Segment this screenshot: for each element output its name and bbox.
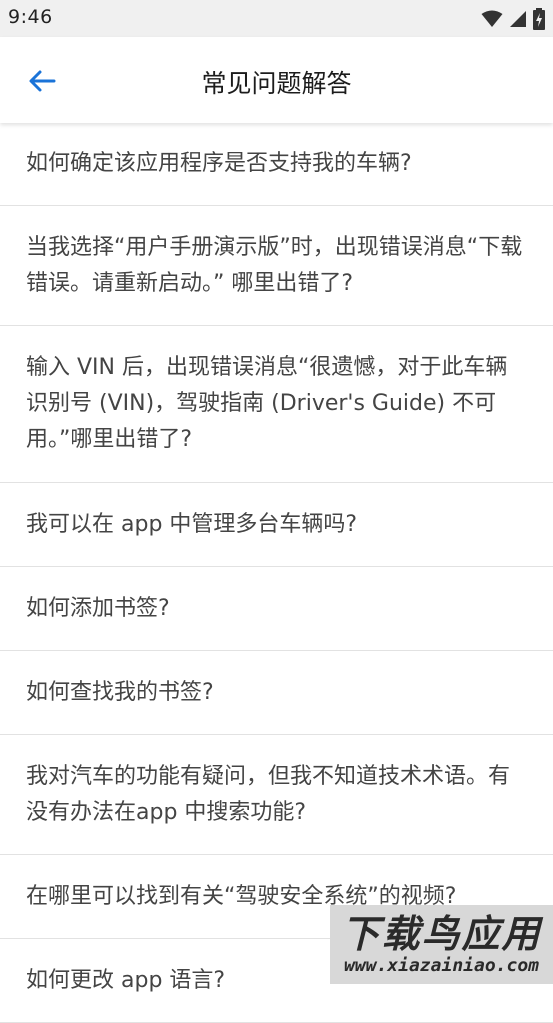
watermark-title: 下载鸟应用 [341, 911, 542, 956]
faq-question: 如何更改 app 语言? [26, 967, 226, 993]
faq-item[interactable]: 我对汽车的功能有疑问，但我不知道技术术语。有没有办法在app 中搜索功能? [0, 735, 553, 855]
faq-item[interactable]: 如何查找我的书签? [0, 651, 553, 735]
status-icons [481, 7, 545, 31]
faq-question: 我对汽车的功能有疑问，但我不知道技术术语。有没有办法在app 中搜索功能? [26, 763, 511, 825]
signal-icon [510, 11, 526, 27]
faq-question: 如何确定该应用程序是否支持我的车辆? [26, 151, 412, 176]
watermark-url: www.xiazainiao.com [343, 954, 540, 976]
status-time: 9:46 [8, 6, 53, 28]
faq-item[interactable]: 我可以在 app 中管理多台车辆吗? [0, 483, 553, 567]
faq-item[interactable]: 如何添加书签? [0, 567, 553, 651]
faq-item[interactable]: 如何确定该应用程序是否支持我的车辆? [0, 123, 553, 206]
faq-question: 如何添加书签? [26, 595, 170, 621]
faq-item[interactable]: 输入 VIN 后，出现错误消息“很遗憾，对于此车辆识别号 (VIN)，驾驶指南 … [0, 326, 553, 483]
page-title: 常见问题解答 [201, 69, 352, 98]
faq-item[interactable]: 当我选择“用户手册演示版”时，出现错误消息“下载错误。请重新启动。” 哪里出错了… [0, 206, 553, 326]
faq-question: 如何查找我的书签? [26, 679, 214, 705]
faq-question: 当我选择“用户手册演示版”时，出现错误消息“下载错误。请重新启动。” 哪里出错了… [26, 234, 523, 296]
faq-question: 我可以在 app 中管理多台车辆吗? [26, 511, 358, 537]
status-bar: 9:46 [0, 0, 553, 37]
wifi-icon [481, 10, 503, 27]
faq-list: 如何确定该应用程序是否支持我的车辆? 当我选择“用户手册演示版”时，出现错误消息… [0, 123, 553, 1023]
app-bar: 常见问题解答 [0, 37, 553, 123]
faq-question: 输入 VIN 后，出现错误消息“很遗憾，对于此车辆识别号 (VIN)，驾驶指南 … [26, 355, 508, 452]
battery-charging-icon [533, 8, 545, 30]
site-watermark: 下载鸟应用 www.xiazainiao.com [330, 905, 553, 984]
